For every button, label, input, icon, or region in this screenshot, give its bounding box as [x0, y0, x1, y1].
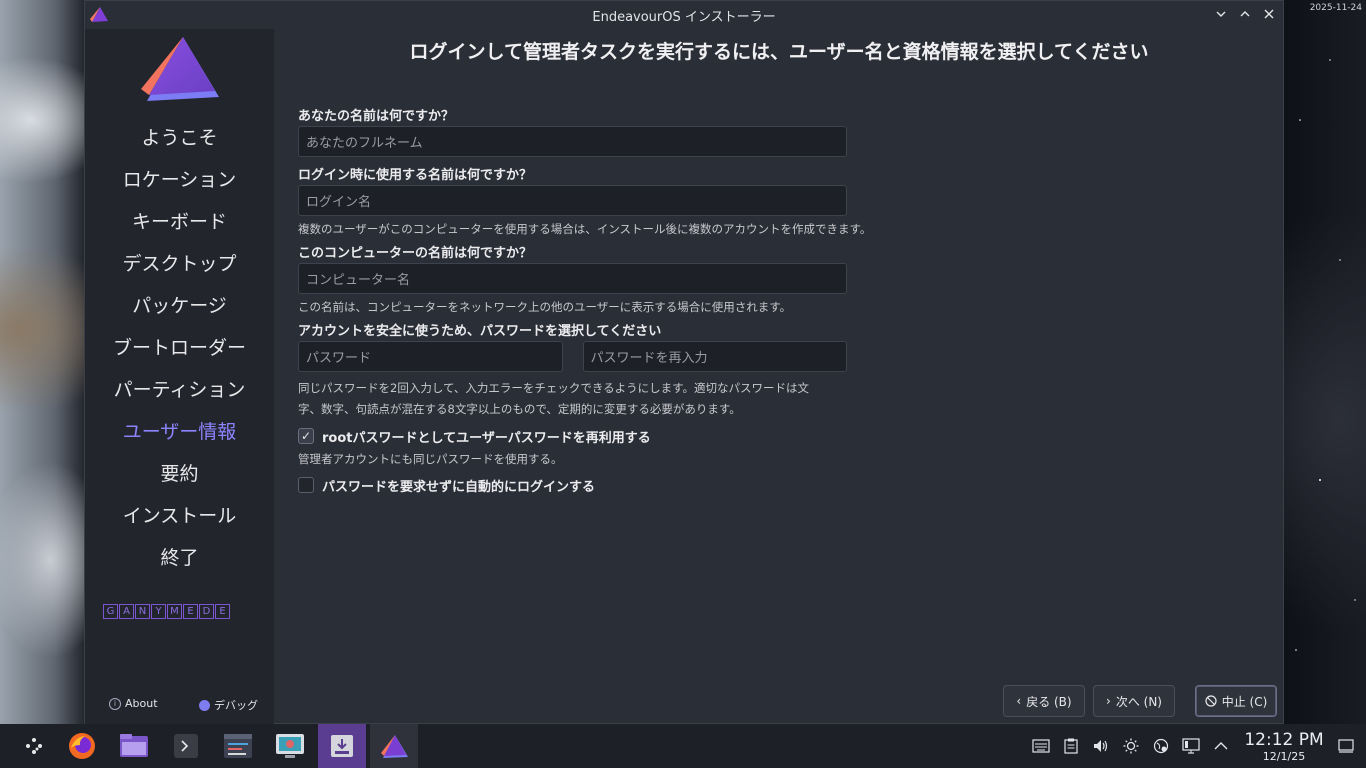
ganymede-brand: G A N Y M E D E — [103, 604, 230, 619]
sidebar-footer: i About デバッグ — [85, 693, 274, 715]
endeavouros-logo — [141, 37, 219, 101]
step-users[interactable]: ユーザー情報 — [85, 409, 274, 451]
step-sidebar: ようこそ ロケーション キーボード デスクトップ パッケージ ブートローダー パ… — [85, 29, 274, 725]
brand-letter: G — [103, 604, 118, 619]
next-button[interactable]: › 次へ (N) — [1093, 685, 1175, 717]
brightness-icon[interactable] — [1116, 738, 1146, 754]
about-label: About — [125, 697, 158, 710]
step-keyboard[interactable]: キーボード — [85, 199, 274, 241]
file-manager-icon[interactable] — [110, 724, 158, 768]
hostname-field[interactable]: コンピューター名 — [298, 263, 847, 294]
password-field[interactable]: パスワード — [298, 341, 563, 372]
brand-letter: D — [199, 604, 214, 619]
step-welcome[interactable]: ようこそ — [85, 115, 274, 157]
reuse-root-option[interactable]: ✓ rootパスワードとしてユーザーパスワードを再利用する — [298, 425, 918, 447]
debug-label: デバッグ — [214, 699, 258, 712]
user-form: あなたの名前は何ですか？ あなたのフルネーム ログイン時に使用する名前は何ですか… — [298, 105, 918, 496]
clipboard-icon[interactable] — [1056, 738, 1086, 754]
back-label: 戻る (B) — [1026, 694, 1072, 709]
brand-letter: N — [135, 604, 150, 619]
reuse-root-checkbox[interactable]: ✓ — [298, 428, 314, 444]
debug-button[interactable]: デバッグ — [199, 697, 258, 713]
app-launcher-icon[interactable] — [10, 724, 58, 768]
about-button[interactable]: i About — [109, 697, 158, 710]
step-desktop[interactable]: デスクトップ — [85, 241, 274, 283]
maximize-icon[interactable] — [1237, 5, 1253, 23]
info-icon: i — [109, 697, 121, 710]
volume-icon[interactable] — [1086, 739, 1116, 753]
network-icon[interactable] — [1146, 738, 1176, 754]
window-title: EndeavourOS インストーラー — [592, 9, 776, 25]
login-help: 複数のユーザーがこのコンピューターを使用する場合は、インストール後に複数のアカウ… — [298, 222, 872, 236]
clock-date: 12/1/25 — [1262, 749, 1306, 763]
autologin-label: パスワードを要求せずに自動的にログインする — [322, 479, 596, 495]
chevron-right-icon: › — [1106, 694, 1111, 708]
login-name-field[interactable]: ログイン名 — [298, 185, 847, 216]
cancel-button[interactable]: 中止 (C) — [1195, 685, 1277, 717]
close-icon[interactable] — [1261, 5, 1277, 23]
password-help-line2: 字、数字、句読点が混在する8文字以上のもので、定期的に変更する必要があります。 — [298, 402, 741, 416]
step-list: ようこそ ロケーション キーボード デスクトップ パッケージ ブートローダー パ… — [85, 115, 274, 577]
firefox-icon[interactable] — [58, 724, 106, 768]
back-button[interactable]: ‹ 戻る (B) — [1003, 685, 1085, 717]
cancel-icon — [1205, 695, 1217, 707]
autologin-checkbox[interactable] — [298, 477, 314, 493]
expand-tray-icon[interactable] — [1206, 741, 1236, 751]
reuse-root-label: rootパスワードとしてユーザーパスワードを再利用する — [322, 430, 651, 446]
taskbar-clock[interactable]: 12:12 PM 12/1/25 — [1242, 730, 1326, 763]
installer-window: EndeavourOS インストーラー ようこそ ロケーション キーボード デス… — [84, 0, 1284, 725]
endeavouros-installer-taskbar-icon[interactable] — [370, 724, 418, 768]
login-question: ログイン時に使用する名前は何ですか？ — [298, 168, 533, 183]
chevron-left-icon: ‹ — [1016, 694, 1022, 708]
endeavouros-icon — [90, 7, 108, 22]
terminal-icon[interactable] — [162, 724, 210, 768]
hostname-help: この名前は、コンピューターをネットワーク上の他のユーザーに表示する場合に使用され… — [298, 300, 792, 314]
fullname-question: あなたの名前は何ですか？ — [298, 109, 455, 124]
cancel-label: 中止 (C) — [1221, 694, 1268, 709]
next-label: 次へ (N) — [1115, 694, 1162, 709]
password-repeat-field[interactable]: パスワードを再入力 — [582, 341, 847, 372]
show-desktop-icon[interactable] — [1326, 739, 1366, 753]
step-bootloader[interactable]: ブートローダー — [85, 325, 274, 367]
display-icon[interactable] — [1176, 738, 1206, 754]
step-summary[interactable]: 要約 — [85, 451, 274, 493]
minimize-icon[interactable] — [1213, 5, 1229, 23]
step-partitions[interactable]: パーティション — [85, 367, 274, 409]
brand-letter: E — [183, 604, 198, 619]
window-titlebar[interactable]: EndeavourOS インストーラー — [85, 1, 1283, 29]
taskbar: 12:12 PM 12/1/25 — [0, 724, 1366, 768]
users-page: ログインして管理者タスクを実行するには、ユーザー名と資格情報を選択してください … — [274, 29, 1284, 725]
step-packages[interactable]: パッケージ — [85, 283, 274, 325]
password-question: アカウントを安全に使うため、パスワードを選択してください — [298, 324, 662, 339]
brand-letter: E — [215, 604, 230, 619]
brand-letter: Y — [151, 604, 166, 619]
hostname-question: このコンピューターの名前は何ですか？ — [298, 246, 533, 261]
screenshot-tool-icon[interactable] — [266, 724, 314, 768]
installer-download-icon[interactable] — [318, 724, 366, 768]
clock-time: 12:12 PM — [1244, 729, 1324, 750]
keyboard-icon[interactable] — [1026, 739, 1056, 753]
autologin-option[interactable]: パスワードを要求せずに自動的にログインする — [298, 474, 918, 496]
step-finish[interactable]: 終了 — [85, 535, 274, 577]
fullname-field[interactable]: あなたのフルネーム — [298, 126, 847, 157]
step-location[interactable]: ロケーション — [85, 157, 274, 199]
system-monitor-icon[interactable] — [214, 724, 262, 768]
password-help-line1: 同じパスワードを2回入力して、入力エラーをチェックできるようにします。適切なパス… — [298, 381, 810, 395]
page-title: ログインして管理者タスクを実行するには、ユーザー名と資格情報を選択してください — [409, 41, 1149, 63]
reuse-root-help: 管理者アカウントにも同じパスワードを使用する。 — [298, 452, 563, 466]
desktop-date-label: 2025-11-24 — [1309, 3, 1362, 13]
brand-letter: M — [167, 604, 182, 619]
step-install[interactable]: インストール — [85, 493, 274, 535]
brand-letter: A — [119, 604, 134, 619]
debug-icon — [199, 699, 210, 711]
system-tray: 12:12 PM 12/1/25 — [1026, 724, 1366, 768]
